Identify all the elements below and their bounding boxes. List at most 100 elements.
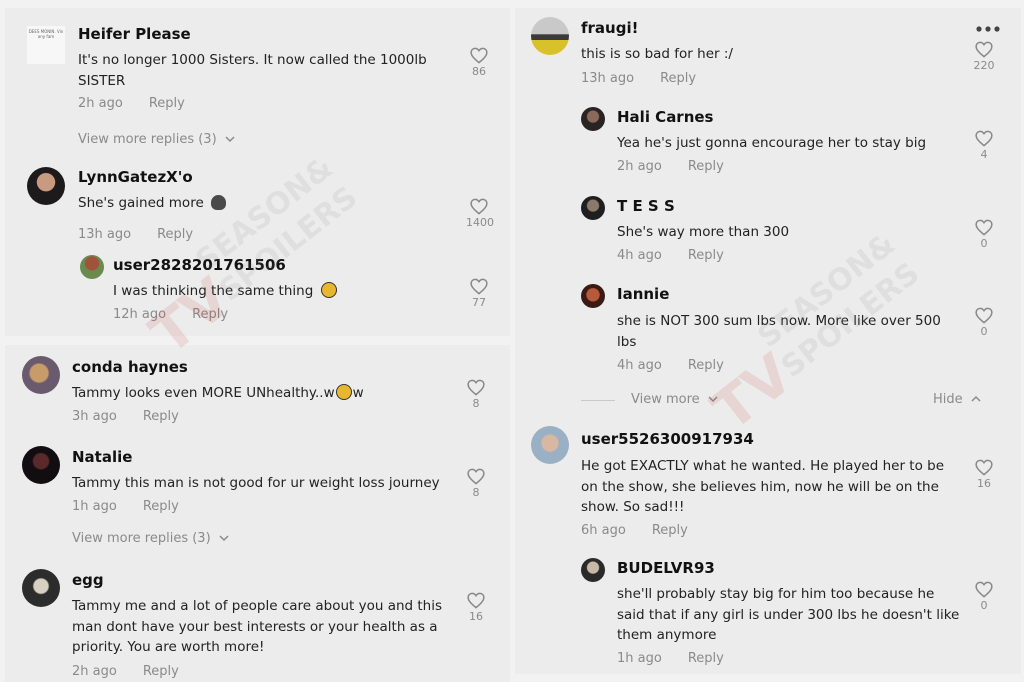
- reply-button[interactable]: Reply: [149, 96, 185, 111]
- comment-time: 3h ago: [72, 409, 117, 424]
- comment-text-body: I was thinking the same thing: [113, 283, 314, 299]
- comment-text: Tammy me and a lot of people care about …: [72, 598, 443, 655]
- avatar[interactable]: [22, 356, 60, 394]
- like-button[interactable]: 0: [971, 219, 997, 250]
- like-count: 16: [977, 477, 991, 490]
- avatar[interactable]: [531, 17, 569, 55]
- comment-time: 4h ago: [617, 358, 662, 373]
- like-count: 0: [980, 599, 988, 612]
- comment-meta: 2h ago Reply: [72, 664, 179, 679]
- heart-outline-icon: [470, 198, 488, 215]
- like-button[interactable]: 16: [971, 459, 997, 490]
- view-more-replies[interactable]: View more replies (3): [72, 531, 229, 546]
- hide-replies[interactable]: Hide: [933, 392, 981, 407]
- hide-label: Hide: [933, 392, 963, 407]
- avatar[interactable]: [581, 196, 605, 220]
- like-button[interactable]: 8: [463, 468, 489, 499]
- comment-meta: 4h ago Reply: [617, 358, 724, 373]
- reply-button[interactable]: Reply: [688, 159, 724, 174]
- username[interactable]: LynnGatezX'o: [78, 168, 193, 186]
- view-more-replies[interactable]: View more: [631, 392, 718, 407]
- avatar[interactable]: DEES MONIN. Vin any fam: [27, 26, 65, 64]
- reply-button[interactable]: Reply: [143, 409, 179, 424]
- username[interactable]: fraugi!: [581, 19, 638, 37]
- comment-time: 1h ago: [617, 651, 662, 666]
- username[interactable]: Iannie: [617, 285, 669, 303]
- comment-text-end: w: [352, 385, 364, 401]
- avatar[interactable]: [581, 284, 605, 308]
- reply-button[interactable]: Reply: [660, 71, 696, 86]
- comment-meta: 3h ago Reply: [72, 409, 179, 424]
- comment-text: this is so bad for her :/: [581, 46, 733, 62]
- comment-text: she'll probably stay big for him too bec…: [617, 586, 960, 643]
- username[interactable]: BUDELVR93: [617, 559, 715, 577]
- like-button[interactable]: 1400: [466, 198, 494, 229]
- heart-outline-icon: [467, 379, 485, 396]
- avatar[interactable]: [531, 426, 569, 464]
- reply-button[interactable]: Reply: [143, 664, 179, 679]
- comment-text: She's gained more: [78, 193, 438, 214]
- avatar[interactable]: [581, 107, 605, 131]
- username[interactable]: T E S S: [617, 197, 675, 215]
- username[interactable]: user2828201761506: [113, 256, 286, 274]
- like-count: 8: [472, 397, 480, 410]
- comment-text: Yea he's just gonna encourage her to sta…: [617, 135, 927, 151]
- reply-button[interactable]: Reply: [157, 227, 193, 242]
- comment-panel-left-bottom: conda haynes Tammy looks even MORE UNhea…: [5, 345, 510, 682]
- like-button[interactable]: 0: [971, 307, 997, 338]
- like-count: 220: [973, 59, 995, 72]
- reply-button[interactable]: Reply: [652, 523, 688, 538]
- comment-user5526300917934: user5526300917934 He got EXACTLY what he…: [515, 423, 1021, 548]
- heart-outline-icon: [470, 278, 488, 295]
- username[interactable]: Heifer Please: [78, 25, 191, 43]
- like-count: 4: [980, 148, 988, 161]
- comment-meta: 2h ago Reply: [78, 96, 185, 111]
- comment-text-body: Tammy looks even MORE UNhealthy..w: [72, 385, 335, 401]
- comment-text: she is NOT 300 sum lbs now. More like ov…: [617, 313, 941, 350]
- comment-tess: T E S S She's way more than 300 4h ago Re…: [515, 195, 1021, 275]
- skull-emoji: [211, 195, 227, 210]
- frowning-emoji: [335, 384, 352, 400]
- heart-outline-icon: [470, 47, 488, 64]
- reply-button[interactable]: Reply: [143, 499, 179, 514]
- avatar[interactable]: [581, 558, 605, 582]
- avatar[interactable]: [27, 167, 65, 205]
- heart-outline-icon: [467, 468, 485, 485]
- avatar[interactable]: [22, 569, 60, 607]
- username[interactable]: egg: [72, 571, 104, 589]
- like-count: 0: [980, 325, 988, 338]
- like-count: 77: [472, 296, 486, 309]
- username[interactable]: Natalie: [72, 448, 132, 466]
- like-count: 86: [472, 65, 486, 78]
- reply-button[interactable]: Reply: [688, 248, 724, 263]
- comment-time: 2h ago: [617, 159, 662, 174]
- comment-time: 1h ago: [72, 499, 117, 514]
- username[interactable]: Hali Carnes: [617, 108, 714, 126]
- like-button[interactable]: 77: [466, 278, 492, 309]
- username[interactable]: user5526300917934: [581, 430, 754, 448]
- like-button[interactable]: 8: [463, 379, 489, 410]
- comment-text: She's way more than 300: [617, 224, 790, 240]
- comment-meta: 6h ago Reply: [581, 523, 688, 538]
- like-button[interactable]: 16: [463, 592, 489, 623]
- username[interactable]: conda haynes: [72, 358, 188, 376]
- avatar[interactable]: [22, 446, 60, 484]
- like-count: 0: [980, 237, 988, 250]
- like-button[interactable]: 4: [971, 130, 997, 161]
- comment-egg: egg Tammy me and a lot of people care ab…: [5, 565, 510, 682]
- view-more-replies[interactable]: View more replies (3): [78, 132, 235, 147]
- view-more-label: View more replies (3): [78, 132, 217, 147]
- reply-button[interactable]: Reply: [688, 358, 724, 373]
- reply-button[interactable]: Reply: [688, 651, 724, 666]
- comment-text: It's no longer 1000 Sisters. It now call…: [78, 52, 427, 89]
- chevron-down-icon: [708, 396, 718, 403]
- like-button[interactable]: 0: [971, 581, 997, 612]
- comment-meta: 13h ago Reply: [581, 71, 696, 86]
- like-button[interactable]: 86: [466, 47, 492, 78]
- comment-time: 13h ago: [581, 71, 635, 86]
- like-button[interactable]: 220: [971, 41, 997, 72]
- heart-outline-icon: [975, 581, 993, 598]
- avatar[interactable]: [80, 255, 104, 279]
- reply-button[interactable]: Reply: [192, 307, 228, 322]
- chevron-up-icon: [971, 395, 981, 402]
